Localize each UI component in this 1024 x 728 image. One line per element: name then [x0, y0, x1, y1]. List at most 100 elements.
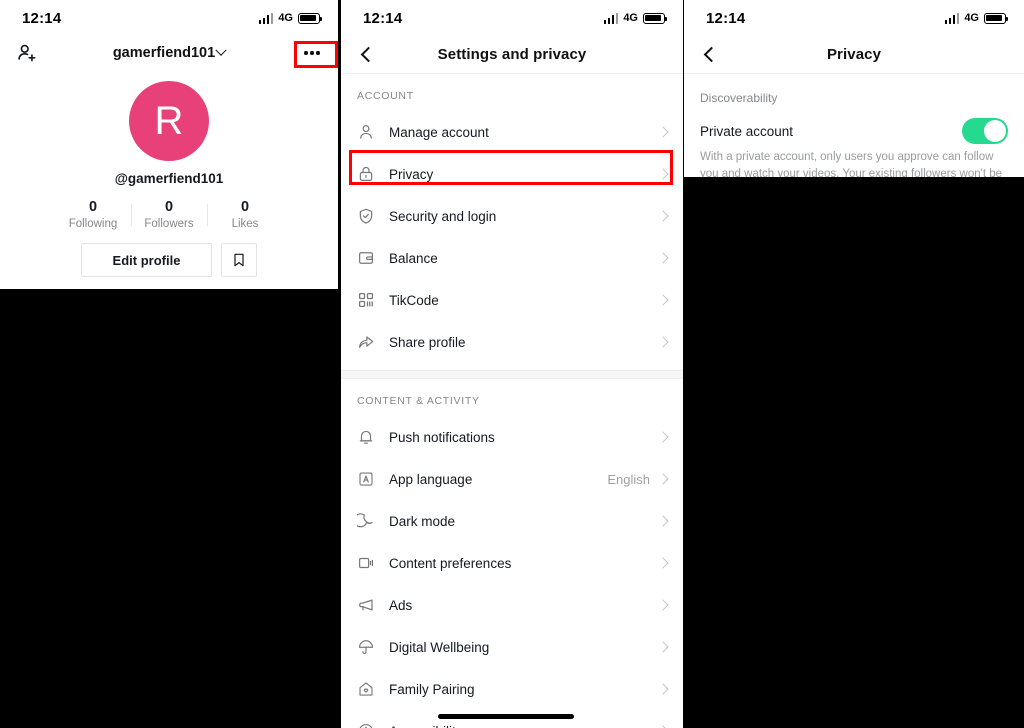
- battery-icon: [984, 12, 1009, 24]
- settings-row-label: Digital Wellbeing: [389, 639, 490, 655]
- settings-row-tikcode[interactable]: TikCode: [341, 279, 683, 321]
- status-bar-time: 12:14: [706, 9, 746, 27]
- settings-row-label: Push notifications: [389, 429, 495, 445]
- settings-row-label: Dark mode: [389, 513, 456, 529]
- settings-nav-bar: Settings and privacy: [341, 36, 683, 74]
- lock-icon: [357, 165, 375, 183]
- status-bar: 12:14 4G: [341, 0, 683, 36]
- chevron-right-icon: [657, 599, 669, 611]
- chevron-right-icon: [657, 515, 669, 527]
- settings-row-privacy[interactable]: Privacy: [341, 153, 683, 195]
- video-screen-icon: [357, 554, 375, 572]
- battery-icon: [643, 12, 668, 24]
- privacy-screen: 12:14 4G Privacy Discoverability Private…: [684, 0, 1024, 177]
- share-arrow-icon: [357, 333, 375, 351]
- settings-row-family-pairing[interactable]: Family Pairing: [341, 668, 683, 710]
- settings-row-accessibility[interactable]: Accessibility: [341, 710, 683, 728]
- settings-row-label: Ads: [389, 597, 413, 613]
- signal-bars-icon: [944, 12, 960, 24]
- settings-screen: 12:14 4G Settings and privacy ACCOUNT Ma…: [341, 0, 683, 728]
- profile-screen: 12:14 4G gamerfiend101 R @gamerfiend101: [0, 0, 338, 289]
- stat-likes-label: Likes: [231, 218, 259, 230]
- profile-handle: @gamerfiend101: [114, 171, 224, 186]
- avatar-letter: R: [154, 99, 184, 143]
- status-bar-time: 12:14: [22, 9, 62, 27]
- screenshot-canvas: 12:14 4G gamerfiend101 R @gamerfiend101: [0, 0, 1024, 728]
- add-person-icon[interactable]: [16, 42, 38, 64]
- private-account-toggle[interactable]: [962, 118, 1008, 144]
- edit-profile-button[interactable]: Edit profile: [81, 243, 212, 277]
- chevron-left-icon[interactable]: [357, 45, 376, 64]
- settings-row-label: Privacy: [389, 166, 434, 182]
- stat-following-label: Following: [68, 218, 118, 230]
- status-bar-indicators: 4G: [603, 12, 668, 24]
- megaphone-icon: [357, 596, 375, 614]
- status-bar-indicators: 4G: [258, 12, 323, 24]
- person-icon: [357, 123, 375, 141]
- settings-row-label: Manage account: [389, 124, 489, 140]
- settings-row-label: Content preferences: [389, 555, 512, 571]
- settings-row-balance[interactable]: Balance: [341, 237, 683, 279]
- profile-username-text: gamerfiend101: [112, 45, 216, 61]
- settings-row-dark-mode[interactable]: Dark mode: [341, 500, 683, 542]
- stat-likes-value: 0: [240, 199, 250, 215]
- privacy-nav-bar: Privacy: [684, 36, 1024, 74]
- chevron-right-icon: [657, 557, 669, 569]
- settings-row-digital-wellbeing[interactable]: Digital Wellbeing: [341, 626, 683, 668]
- stat-followers[interactable]: 0 Followers: [132, 199, 207, 230]
- settings-row-ads[interactable]: Ads: [341, 584, 683, 626]
- moon-icon: [357, 512, 375, 530]
- settings-row-security-and-login[interactable]: Security and login: [341, 195, 683, 237]
- private-account-label: Private account: [700, 123, 794, 139]
- settings-row-push-notifications[interactable]: Push notifications: [341, 416, 683, 458]
- settings-row-share-profile[interactable]: Share profile: [341, 321, 683, 363]
- shield-check-icon: [357, 207, 375, 225]
- chevron-right-icon: [657, 336, 669, 348]
- accessibility-icon: [357, 722, 375, 728]
- umbrella-icon: [357, 638, 375, 656]
- settings-row-label: App language: [389, 471, 473, 487]
- settings-row-value: English: [607, 471, 650, 487]
- status-bar-time: 12:14: [363, 9, 403, 27]
- settings-row-label: Security and login: [389, 208, 497, 224]
- house-heart-icon: [357, 680, 375, 698]
- status-bar: 12:14 4G: [684, 0, 1024, 36]
- chevron-right-icon: [657, 431, 669, 443]
- profile-actions: Edit profile: [0, 243, 338, 277]
- settings-row-app-language[interactable]: App language English: [341, 458, 683, 500]
- stat-following[interactable]: 0 Following: [56, 199, 131, 230]
- settings-row-label: Accessibility: [389, 724, 659, 728]
- page-title: Privacy: [826, 46, 882, 63]
- status-bar-indicators: 4G: [944, 12, 1009, 24]
- chevron-right-icon: [657, 683, 669, 695]
- network-type-label: 4G: [278, 12, 293, 24]
- bookmark-button[interactable]: [221, 243, 257, 277]
- wallet-icon: [357, 249, 375, 267]
- settings-row-label: Balance: [389, 250, 438, 266]
- chevron-right-icon: [657, 168, 669, 180]
- signal-bars-icon: [603, 12, 619, 24]
- battery-icon: [298, 12, 323, 24]
- private-account-row[interactable]: Private account: [684, 105, 1024, 144]
- settings-row-content-preferences[interactable]: Content preferences: [341, 542, 683, 584]
- settings-row-manage-account[interactable]: Manage account: [341, 111, 683, 153]
- settings-row-label: TikCode: [389, 292, 439, 308]
- section-divider: [341, 370, 683, 379]
- section-header-content-activity: CONTENT & ACTIVITY: [357, 395, 480, 407]
- chevron-right-icon: [657, 210, 669, 222]
- stat-following-value: 0: [88, 199, 98, 215]
- profile-stats: 0 Following 0 Followers 0 Likes: [0, 199, 338, 230]
- chevron-left-icon[interactable]: [700, 45, 719, 64]
- highlight-box-more-options: [294, 41, 338, 68]
- stat-likes[interactable]: 0 Likes: [208, 199, 283, 230]
- avatar[interactable]: R: [129, 81, 209, 161]
- language-a-icon: [357, 470, 375, 488]
- chevron-right-icon: [657, 252, 669, 264]
- chevron-right-icon: [657, 473, 669, 485]
- section-header-account: ACCOUNT: [357, 90, 414, 102]
- stat-followers-value: 0: [164, 199, 174, 215]
- settings-row-label: Family Pairing: [389, 681, 475, 697]
- status-bar: 12:14 4G: [0, 0, 338, 36]
- private-account-description: With a private account, only users you a…: [700, 151, 1003, 177]
- profile-username-title: gamerfiend101: [0, 44, 338, 61]
